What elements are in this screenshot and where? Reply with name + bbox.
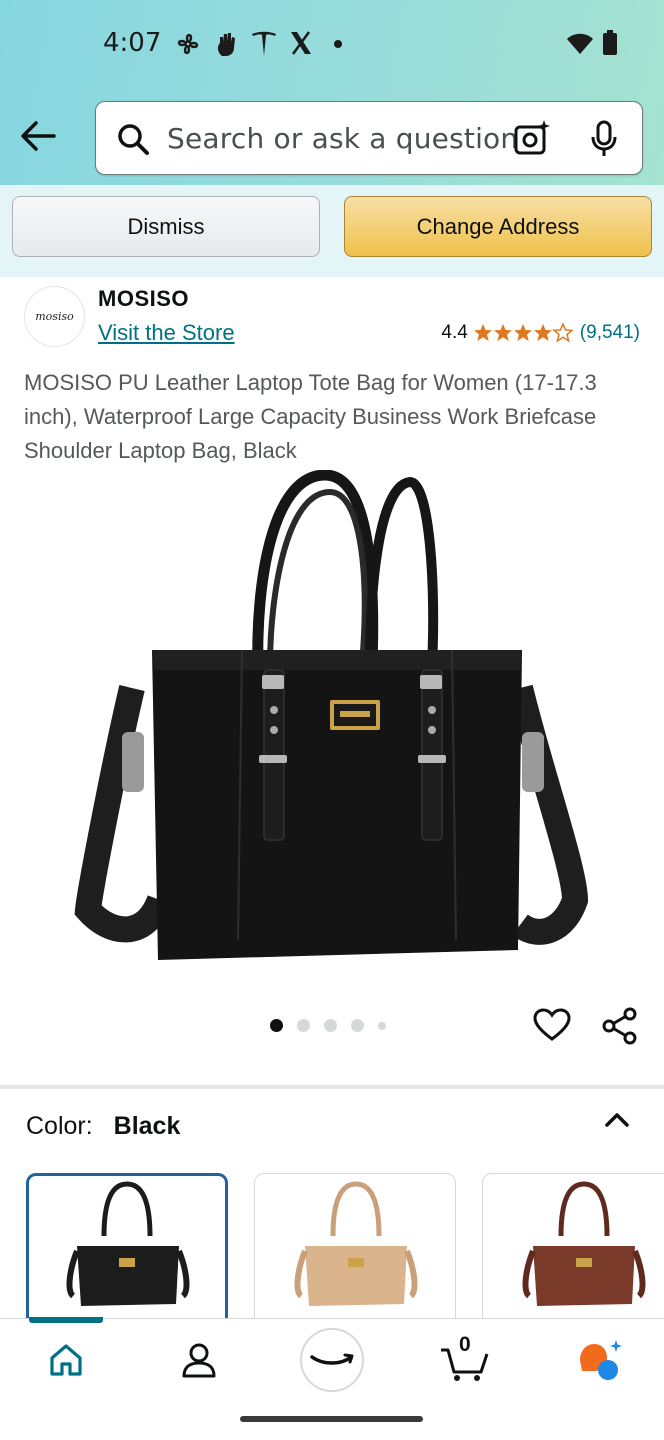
dot-icon	[334, 40, 342, 48]
x-icon	[291, 31, 311, 55]
microphone-icon[interactable]	[590, 120, 618, 158]
image-pagination[interactable]	[270, 1019, 386, 1032]
nav-amazon[interactable]	[297, 1319, 367, 1401]
swatch-image	[294, 1181, 418, 1306]
stars-icon	[473, 323, 573, 342]
battery-icon	[603, 30, 617, 55]
change-address-button[interactable]: Change Address	[344, 196, 652, 257]
amazon-icon	[300, 1328, 364, 1392]
pagination-dot[interactable]	[351, 1019, 364, 1032]
nav-home[interactable]	[29, 1319, 103, 1401]
visit-store-link[interactable]: Visit the Store	[98, 320, 235, 346]
home-icon	[50, 1344, 82, 1376]
search-placeholder[interactable]: Search or ask a question	[167, 122, 518, 155]
nav-rufus[interactable]	[565, 1319, 635, 1401]
color-value: Black	[113, 1112, 181, 1140]
back-arrow-icon[interactable]	[18, 116, 58, 156]
cart-count: 0	[459, 1333, 471, 1356]
rating-value: 4.4	[441, 322, 468, 343]
tesla-icon	[252, 31, 276, 56]
product-image[interactable]	[70, 470, 590, 970]
home-gesture-bar[interactable]	[240, 1416, 423, 1422]
color-swatch-black[interactable]	[26, 1173, 228, 1333]
hand-icon	[217, 33, 235, 56]
search-bar[interactable]: Search or ask a question	[95, 101, 643, 175]
pagination-dot[interactable]	[297, 1019, 310, 1032]
status-time: 4:07	[103, 28, 162, 58]
color-selector-header[interactable]: Color: Black	[26, 1112, 180, 1141]
swatch-image	[522, 1181, 646, 1306]
wifi-icon	[567, 33, 593, 54]
camera-search-icon[interactable]	[512, 118, 552, 158]
rufus-icon	[580, 1340, 622, 1380]
heart-icon[interactable]	[533, 1008, 571, 1042]
bottom-nav: 0	[0, 1317, 664, 1401]
pagination-dot[interactable]	[378, 1021, 386, 1030]
account-icon	[182, 1343, 216, 1378]
nav-cart[interactable]: 0	[430, 1319, 500, 1401]
address-prompt-bar: Dismiss Change Address	[0, 185, 664, 277]
dismiss-button[interactable]: Dismiss	[12, 196, 320, 257]
search-icon	[118, 124, 149, 155]
brand-logo[interactable]: mosiso	[24, 286, 85, 347]
color-swatch-brown[interactable]	[482, 1173, 664, 1333]
rating-summary[interactable]: 4.4 (9,541)	[441, 322, 640, 344]
rating-count: (9,541)	[579, 322, 640, 343]
brand-name: MOSISO	[98, 286, 190, 311]
status-bar: 4:07	[0, 0, 664, 88]
chevron-up-icon[interactable]	[602, 1108, 632, 1132]
nav-account[interactable]	[162, 1319, 236, 1401]
section-divider	[0, 1085, 664, 1089]
star-rating	[473, 323, 573, 343]
pinwheel-icon	[177, 33, 199, 55]
brand-logo-text: mosiso	[35, 310, 74, 323]
color-swatch-khaki[interactable]	[254, 1173, 456, 1333]
color-label: Color:	[26, 1112, 93, 1140]
share-icon[interactable]	[601, 1006, 639, 1046]
product-title: MOSISO PU Leather Laptop Tote Bag for Wo…	[24, 370, 597, 463]
swatch-image	[66, 1181, 190, 1306]
pagination-dot[interactable]	[324, 1019, 337, 1032]
pagination-dot[interactable]	[270, 1019, 283, 1032]
